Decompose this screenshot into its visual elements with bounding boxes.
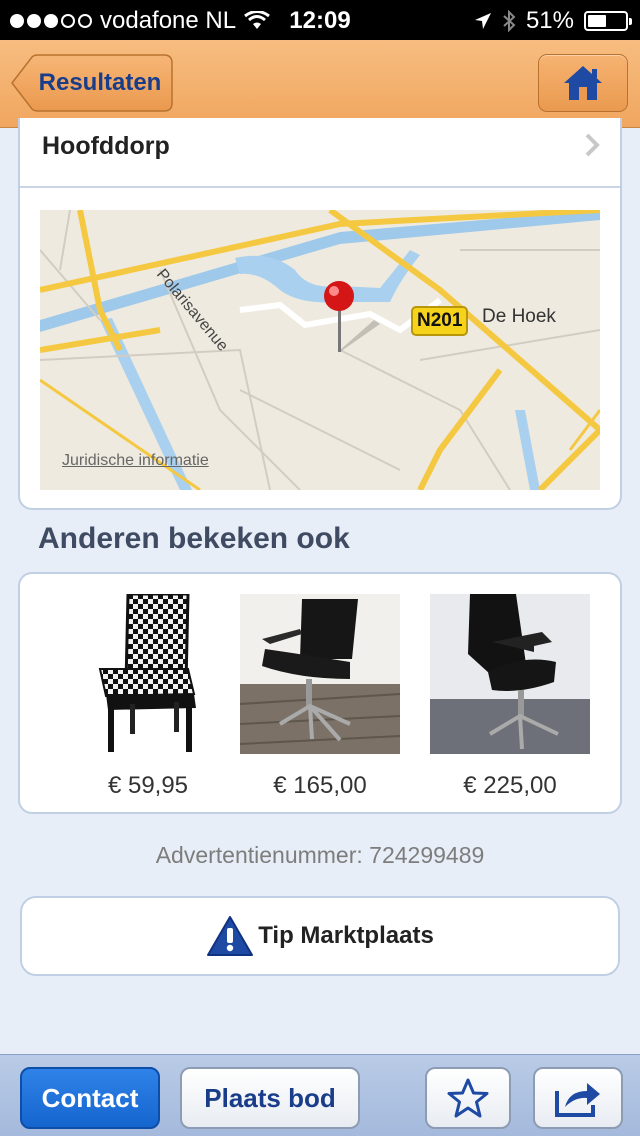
home-icon: [564, 66, 602, 100]
location-arrow-icon: [474, 13, 491, 29]
share-button[interactable]: [533, 1067, 623, 1129]
ad-number: Advertentienummer: 724299489: [155, 842, 485, 868]
bottom-toolbar: Contact Plaats bod: [0, 1054, 640, 1136]
related-item-price: € 165,00: [273, 772, 367, 799]
related-item-image: [68, 594, 228, 754]
map-pin-icon: [324, 281, 380, 352]
related-item-image: [240, 594, 400, 754]
bluetooth-icon: [503, 10, 516, 32]
related-item[interactable]: € 225,00: [430, 594, 590, 800]
battery-icon: [584, 11, 632, 31]
place-bid-button[interactable]: Plaats bod: [180, 1067, 360, 1129]
related-section-title: Anderen bekeken ook: [38, 522, 350, 555]
chevron-right-icon: [585, 133, 600, 157]
location-city: Hoofddorp: [42, 132, 170, 160]
contact-button[interactable]: Contact: [20, 1067, 160, 1129]
warning-icon: [207, 916, 254, 956]
related-item-price: € 225,00: [463, 772, 557, 799]
related-item[interactable]: € 165,00: [240, 594, 400, 800]
back-button[interactable]: Resultaten: [10, 54, 174, 112]
navigation-bar: Resultaten: [0, 40, 640, 128]
share-icon: [555, 1083, 600, 1117]
back-button-label: Resultaten: [38, 69, 162, 96]
map-place-label: De Hoek: [482, 306, 556, 327]
related-items-card: € 59,95 € 165,00 € 225,00: [18, 572, 622, 814]
map-road-badge: N201: [411, 306, 469, 336]
location-card: Hoofddorp Polarisavenue N201 De Hoek Jur…: [18, 118, 622, 510]
map-view[interactable]: Polarisavenue N201 De Hoek Juridische in…: [40, 210, 600, 490]
battery-percentage: 51%: [525, 7, 574, 34]
status-bar: vodafone NL 12:09 51%: [0, 0, 640, 40]
location-row[interactable]: Hoofddorp: [20, 118, 620, 188]
battery-fill: [588, 15, 607, 27]
tip-button-label: Tip Marktplaats: [258, 922, 434, 949]
legal-info-link[interactable]: Juridische informatie: [62, 452, 209, 470]
related-item-price: € 59,95: [107, 772, 189, 799]
related-item[interactable]: € 59,95: [68, 594, 228, 800]
status-right: 51%: [474, 7, 632, 35]
related-item-image: [430, 594, 590, 754]
tip-marktplaats-button[interactable]: Tip Marktplaats: [20, 896, 620, 976]
home-button[interactable]: [538, 54, 628, 112]
favorite-button[interactable]: [425, 1067, 511, 1129]
star-icon: [447, 1078, 489, 1118]
